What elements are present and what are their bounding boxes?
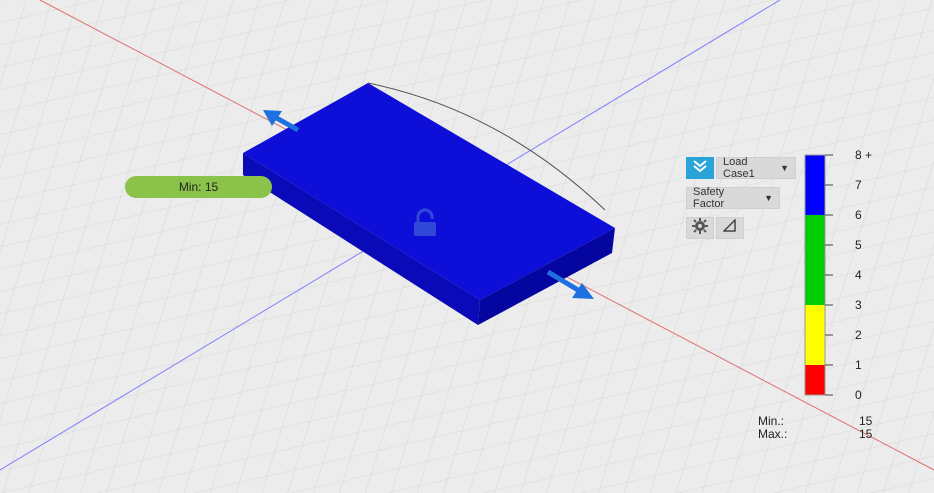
min-stat-label: Min.: [758, 414, 785, 428]
load-case-label: Load Case1 [723, 156, 755, 180]
triangle-ruler-icon [722, 217, 737, 238]
result-toggle-button[interactable] [686, 157, 714, 179]
load-case-dropdown[interactable]: Load Case1 ▼ [716, 156, 796, 180]
max-stat-label: Max.: [758, 427, 788, 441]
chevron-down-icon: ▼ [764, 193, 773, 203]
double-chevron-check-icon [692, 158, 708, 179]
legend-tick-label: 5 [855, 238, 862, 252]
legend-tick-label: 2 [855, 328, 862, 342]
legend-tick-label: 1 [855, 358, 862, 372]
legend-tick-label: 4 [855, 268, 862, 282]
legend-tick-label: 7 [855, 178, 862, 192]
legend-tick-label: 3 [855, 298, 862, 312]
min-stat-value: 15 [859, 414, 873, 428]
probe-button[interactable] [716, 217, 744, 239]
legend-tick-label: 8 + [855, 148, 873, 162]
min-callout-label: Min: 15 [178, 180, 219, 194]
3d-viewport[interactable] [0, 0, 934, 493]
legend-tick-label: 0 [855, 388, 862, 402]
settings-button[interactable] [686, 217, 714, 239]
legend-tick-label: 6 [855, 208, 862, 222]
result-type-dropdown[interactable]: Safety Factor ▼ [686, 186, 780, 210]
min-value-callout: Min: 15 [125, 176, 272, 198]
max-stat-value: 15 [859, 427, 873, 441]
result-type-label: Safety Factor [693, 186, 725, 210]
chevron-down-icon: ▼ [780, 163, 789, 173]
gear-icon [692, 217, 708, 239]
legend-color-bar [804, 154, 826, 396]
